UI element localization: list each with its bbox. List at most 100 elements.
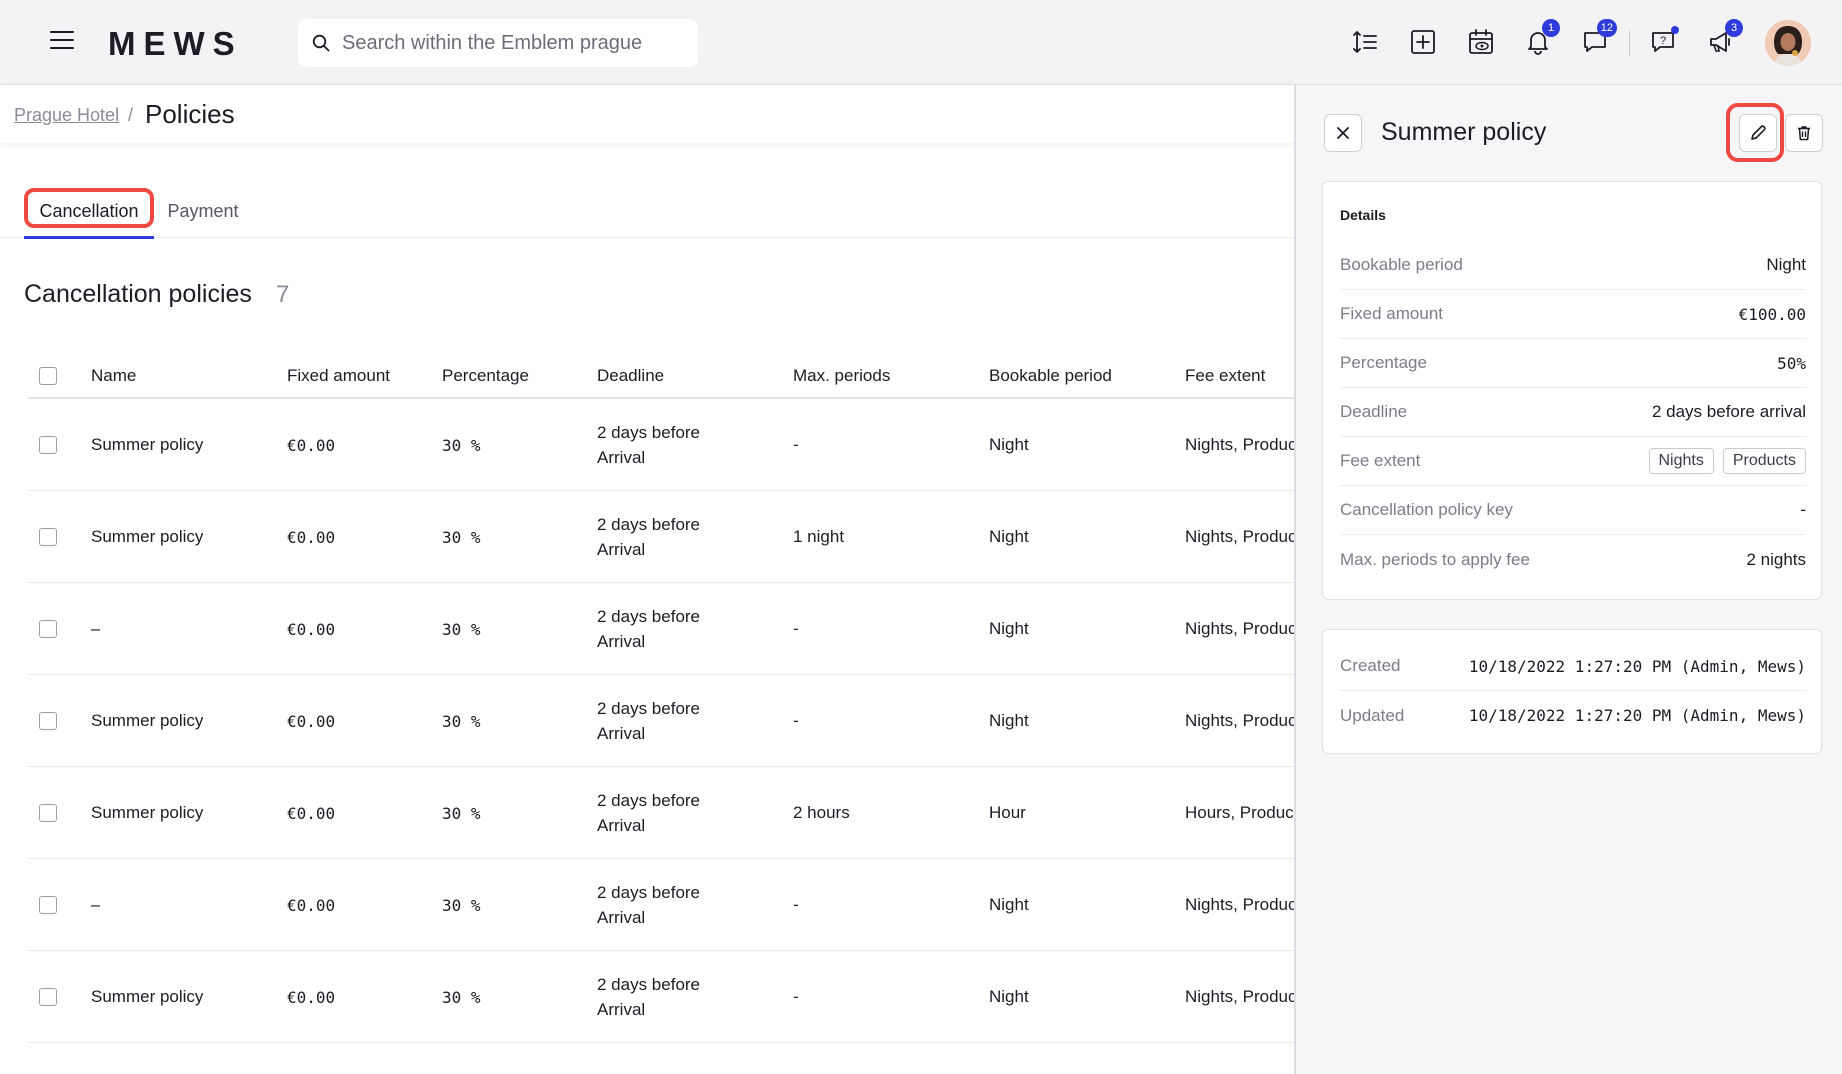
- close-panel-button[interactable]: [1324, 114, 1362, 152]
- column-header-max-periods[interactable]: Max. periods: [793, 366, 890, 386]
- table-row[interactable]: – €0.00 30 % 2 days before Arrival - Nig…: [28, 583, 1310, 675]
- cell-percentage: 30 %: [442, 803, 481, 823]
- cell-fixed-amount: €0.00: [287, 895, 336, 915]
- policy-tabs: Cancellation Payment: [0, 185, 1294, 239]
- top-bar: MEWS 1 12 ? 3: [0, 0, 1842, 85]
- column-header-deadline[interactable]: Deadline: [597, 366, 664, 386]
- messages-badge: 12: [1596, 19, 1617, 37]
- cell-max-periods: -: [793, 619, 799, 638]
- cell-bookable-period: Night: [989, 527, 1029, 546]
- breadcrumb-parent-link[interactable]: Prague Hotel: [14, 105, 119, 126]
- cell-percentage: 30 %: [442, 895, 481, 915]
- audit-row-created: Created 10/18/2022 1:27:20 PM (Admin, Me…: [1340, 642, 1806, 691]
- detail-label: Fixed amount: [1340, 304, 1443, 323]
- row-checkbox[interactable]: [39, 896, 57, 914]
- audit-value: 10/18/2022 1:27:20 PM (Admin, Mews): [1468, 656, 1806, 676]
- page-title: Policies: [145, 99, 235, 129]
- table-row[interactable]: Summer policy €0.00 30 % 2 days before A…: [28, 951, 1310, 1043]
- help-icon[interactable]: ?: [1645, 24, 1681, 60]
- row-checkbox[interactable]: [39, 436, 57, 454]
- close-icon: [1337, 127, 1349, 139]
- cell-fixed-amount: €0.00: [287, 527, 336, 547]
- row-checkbox[interactable]: [39, 804, 57, 822]
- detail-value: 50%: [1777, 353, 1806, 373]
- avatar[interactable]: [1765, 20, 1811, 66]
- cell-name: Summer policy: [91, 987, 204, 1006]
- row-checkbox[interactable]: [39, 712, 57, 730]
- calendar-view-icon[interactable]: [1463, 24, 1499, 60]
- cell-fixed-amount: €0.00: [287, 803, 336, 823]
- delete-policy-button[interactable]: [1785, 114, 1823, 152]
- table-row[interactable]: Summer policy €0.00 30 % 2 days before A…: [28, 491, 1310, 583]
- messages-icon[interactable]: 12: [1577, 19, 1617, 60]
- detail-row-max-periods: Max. periods to apply fee 2 nights: [1340, 535, 1806, 584]
- cell-deadline: 2 days before Arrival: [597, 515, 701, 559]
- pencil-icon: [1751, 125, 1766, 140]
- row-checkbox[interactable]: [39, 988, 57, 1006]
- detail-label: Bookable period: [1340, 255, 1463, 274]
- detail-row-fee-extent: Fee extent Nights Products: [1340, 437, 1806, 486]
- detail-row-bookable-period: Bookable period Night: [1340, 241, 1806, 290]
- tag-products: Products: [1722, 448, 1806, 474]
- notifications-icon[interactable]: 1: [1520, 19, 1560, 60]
- cell-fixed-amount: €0.00: [287, 711, 336, 731]
- trash-icon: [1798, 126, 1810, 141]
- tag-nights: Nights: [1648, 448, 1714, 474]
- cell-deadline: 2 days before Arrival: [597, 423, 701, 467]
- cell-name: Summer policy: [91, 527, 204, 546]
- cell-percentage: 30 %: [442, 435, 481, 455]
- detail-value: €100.00: [1738, 304, 1806, 324]
- select-all-checkbox[interactable]: [39, 367, 57, 385]
- cell-deadline: 2 days before Arrival: [597, 607, 701, 651]
- table-row[interactable]: Summer policy €0.00 30 % 2 days before A…: [28, 767, 1307, 859]
- notifications-badge: 1: [1542, 19, 1560, 37]
- row-checkbox[interactable]: [39, 528, 57, 546]
- detail-label: Percentage: [1340, 353, 1427, 372]
- cell-bookable-period: Night: [989, 711, 1029, 730]
- cell-max-periods: 2 hours: [793, 803, 850, 822]
- detail-value: -: [1800, 500, 1806, 519]
- table-row[interactable]: Summer policy €0.00 30 % 2 days before A…: [28, 399, 1310, 491]
- toolbar-divider: [1629, 30, 1630, 56]
- cell-bookable-period: Night: [989, 895, 1029, 914]
- row-height-icon[interactable]: [1347, 24, 1383, 60]
- tab-highlight-outline: [24, 188, 154, 228]
- announcements-badge: 3: [1725, 19, 1743, 37]
- cell-percentage: 30 %: [442, 527, 481, 547]
- tab-payment[interactable]: Payment: [160, 185, 246, 238]
- column-header-name[interactable]: Name: [91, 366, 136, 386]
- table-row[interactable]: Summer policy €0.00 30 % 2 days before A…: [28, 675, 1310, 767]
- detail-row-policy-key: Cancellation policy key -: [1340, 486, 1806, 535]
- search-input[interactable]: [342, 31, 682, 55]
- audit-label: Created: [1340, 656, 1401, 675]
- cell-fixed-amount: €0.00: [287, 435, 336, 455]
- cell-name: Summer policy: [91, 435, 204, 454]
- add-icon[interactable]: [1405, 24, 1441, 60]
- cell-name: –: [91, 895, 101, 914]
- cell-max-periods: -: [793, 435, 799, 454]
- announcements-icon[interactable]: 3: [1703, 19, 1743, 60]
- table-row[interactable]: – €0.00 30 % 2 days before Arrival - Nig…: [28, 859, 1310, 951]
- cell-deadline: 2 days before Arrival: [597, 883, 701, 927]
- detail-value: 2 nights: [1746, 549, 1806, 569]
- detail-value: Night: [1766, 255, 1806, 274]
- detail-label: Fee extent: [1340, 451, 1421, 470]
- detail-row-fixed-amount: Fixed amount €100.00: [1340, 290, 1806, 339]
- column-header-fixed-amount[interactable]: Fixed amount: [287, 366, 390, 386]
- detail-value: 2 days before arrival: [1651, 402, 1806, 421]
- cell-deadline: 2 days before Arrival: [597, 975, 701, 1019]
- search-box[interactable]: [298, 19, 698, 67]
- cell-deadline: 2 days before Arrival: [597, 699, 701, 743]
- column-header-percentage[interactable]: Percentage: [442, 366, 529, 386]
- cell-name: Summer policy: [91, 803, 204, 822]
- tab-cancellation[interactable]: Cancellation: [24, 185, 154, 239]
- audit-card: Created 10/18/2022 1:27:20 PM (Admin, Me…: [1322, 629, 1822, 754]
- app-logo[interactable]: MEWS: [108, 25, 243, 63]
- menu-icon[interactable]: [50, 31, 74, 51]
- edit-policy-button[interactable]: [1739, 114, 1777, 152]
- table-header: Name Fixed amount Percentage Deadline Ma…: [28, 356, 1294, 399]
- cell-name: –: [91, 619, 101, 638]
- row-checkbox[interactable]: [39, 620, 57, 638]
- cell-max-periods: -: [793, 895, 799, 914]
- column-header-bookable-period[interactable]: Bookable period: [989, 366, 1112, 386]
